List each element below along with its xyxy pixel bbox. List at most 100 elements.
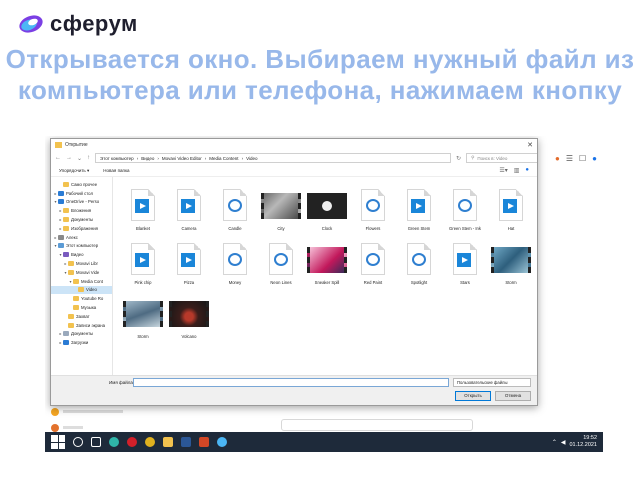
folder-icon xyxy=(68,261,74,267)
tree-item[interactable]: ▾ Видео xyxy=(51,250,112,259)
file-item[interactable]: Camera xyxy=(167,187,211,239)
filetype-select[interactable]: Пользовательские файлы xyxy=(453,378,531,387)
open-file-dialog: Открытие ✕ ← → ⌄ ↑ Этот компьютер › Видео ›… xyxy=(50,138,538,406)
file-item[interactable]: Pizza xyxy=(167,241,211,293)
tree-item[interactable]: ▸ Алекс xyxy=(51,233,112,242)
windows-start-icon[interactable] xyxy=(51,435,65,449)
file-item[interactable]: Money xyxy=(213,241,257,293)
task-view-icon[interactable] xyxy=(91,437,101,447)
tree-item[interactable]: ▸ Загрузки xyxy=(51,338,112,347)
file-item[interactable]: Pink chip xyxy=(121,241,165,293)
dialog-body: Само прочее ▸ Рабочий стол ▾ OneDrive - Pers… xyxy=(51,177,537,375)
folder-icon xyxy=(73,305,79,311)
tree-item[interactable]: ▾ Movavi Vide xyxy=(51,268,112,277)
clock[interactable]: 19:52 01.12.2021 xyxy=(569,435,597,449)
tree-item[interactable]: ▸ Рабочий стол xyxy=(51,189,112,198)
file-item[interactable]: Storm xyxy=(489,241,533,293)
breadcrumb[interactable]: Этот компьютер › Видео › Movavi Video Editor… xyxy=(95,153,452,163)
tree-item[interactable]: ▸ Документы xyxy=(51,215,112,224)
breadcrumb-item[interactable]: Video xyxy=(246,156,257,161)
document-icon xyxy=(453,243,477,275)
open-button[interactable]: Открыть xyxy=(455,391,491,401)
view-options-icon[interactable]: ☰▾ xyxy=(499,167,507,174)
tree-item[interactable]: ▸ Документы xyxy=(51,330,112,339)
file-icon xyxy=(123,241,163,279)
document-icon xyxy=(361,243,385,275)
file-item[interactable]: City xyxy=(259,187,303,239)
up-icon[interactable]: ↑ xyxy=(87,155,90,161)
opera-icon[interactable] xyxy=(127,437,137,447)
film-strip-icon xyxy=(123,301,163,327)
tree-item-label: Само прочее xyxy=(71,181,98,187)
tree-item[interactable]: Записи экрана xyxy=(51,321,112,330)
breadcrumb-item[interactable]: Movavi Video Editor xyxy=(162,156,202,161)
page-fold-icon xyxy=(148,243,155,250)
tree-item[interactable]: ▾ Media Cont xyxy=(51,277,112,286)
chevron-down-icon[interactable]: ⌄ xyxy=(77,155,82,162)
file-item[interactable]: Green Stem - Ink xyxy=(443,187,487,239)
sferum-app-icon[interactable] xyxy=(217,437,227,447)
edge-icon[interactable] xyxy=(109,437,119,447)
menu-icon[interactable]: ☰ xyxy=(566,154,573,163)
file-name: City xyxy=(277,226,285,231)
search-icon[interactable] xyxy=(73,437,83,447)
refresh-icon[interactable]: ↻ xyxy=(456,155,461,162)
file-item[interactable]: Spotlight xyxy=(397,241,441,293)
file-item[interactable]: Clock xyxy=(305,187,349,239)
tree-item[interactable]: Video xyxy=(51,285,112,295)
tree-item[interactable]: ▾ Этот компьютер xyxy=(51,242,112,251)
file-item[interactable]: Storm xyxy=(121,295,165,347)
file-item[interactable]: Neon Lines xyxy=(259,241,303,293)
sferum-logo-icon xyxy=(19,15,43,33)
file-icon xyxy=(123,187,163,225)
forward-icon[interactable]: → xyxy=(66,155,72,161)
dialog-title: Открытие xyxy=(65,142,88,148)
help-icon[interactable]: ● xyxy=(525,167,529,174)
profile-icon[interactable]: ● xyxy=(592,154,597,163)
file-item[interactable]: Blanket xyxy=(121,187,165,239)
doc-icon xyxy=(63,331,69,337)
file-name: Volcano xyxy=(181,334,197,339)
breadcrumb-item[interactable]: Видео xyxy=(141,156,154,161)
preview-pane-icon[interactable]: ▥ xyxy=(514,167,520,174)
tree-item[interactable]: ▸ Изображения xyxy=(51,224,112,233)
cancel-button[interactable]: Отмена xyxy=(495,391,531,401)
file-item[interactable]: Flowers xyxy=(351,187,395,239)
volume-icon[interactable]: ◀ xyxy=(561,439,566,446)
video-icon xyxy=(63,252,69,258)
close-button[interactable]: ✕ xyxy=(523,141,537,149)
document-icon xyxy=(499,189,523,221)
tree-item[interactable]: ▾ OneDrive - Perso xyxy=(51,198,112,207)
bookmark-icon[interactable]: ☐ xyxy=(579,154,586,163)
breadcrumb-item[interactable]: Этот компьютер xyxy=(100,156,134,161)
file-item[interactable]: Candle xyxy=(213,187,257,239)
file-item[interactable]: Stars xyxy=(443,241,487,293)
tree-item[interactable]: Само прочее xyxy=(51,180,112,189)
word-icon[interactable] xyxy=(181,437,191,447)
document-icon xyxy=(223,243,247,275)
file-item[interactable]: Sneaker Spill xyxy=(305,241,349,293)
new-folder-button[interactable]: Новая папка xyxy=(103,168,129,173)
explorer-icon[interactable] xyxy=(163,437,173,447)
file-item[interactable]: Red Paint xyxy=(351,241,395,293)
video-thumbnail xyxy=(123,295,163,333)
wifi-icon[interactable]: ⌃ xyxy=(552,439,557,446)
search-input[interactable]: ⚲ Поиск в: Video xyxy=(466,153,537,163)
filename-input[interactable] xyxy=(133,378,449,387)
tree-item[interactable]: Youtube Ro xyxy=(51,294,112,303)
file-item[interactable]: Hat xyxy=(489,187,533,239)
tree-item[interactable]: ▸ Movavi Libr xyxy=(51,259,112,268)
tree-item[interactable]: Захват xyxy=(51,312,112,321)
file-name: Camera xyxy=(181,226,197,231)
powerpoint-icon[interactable] xyxy=(199,437,209,447)
organize-button[interactable]: Упорядочить ▾ xyxy=(59,168,89,174)
file-item[interactable]: Green Stem xyxy=(397,187,441,239)
chrome-icon[interactable] xyxy=(145,437,155,447)
tree-item[interactable]: ▸ Вложения xyxy=(51,206,112,215)
back-icon[interactable]: ← xyxy=(55,155,61,161)
file-item[interactable]: Volcano xyxy=(167,295,211,347)
tree-item-label: Movavi Libr xyxy=(76,261,98,267)
tree-item[interactable]: Музыка xyxy=(51,303,112,312)
extension-icon[interactable]: ● xyxy=(555,154,560,163)
breadcrumb-item[interactable]: Media Content xyxy=(209,156,238,161)
